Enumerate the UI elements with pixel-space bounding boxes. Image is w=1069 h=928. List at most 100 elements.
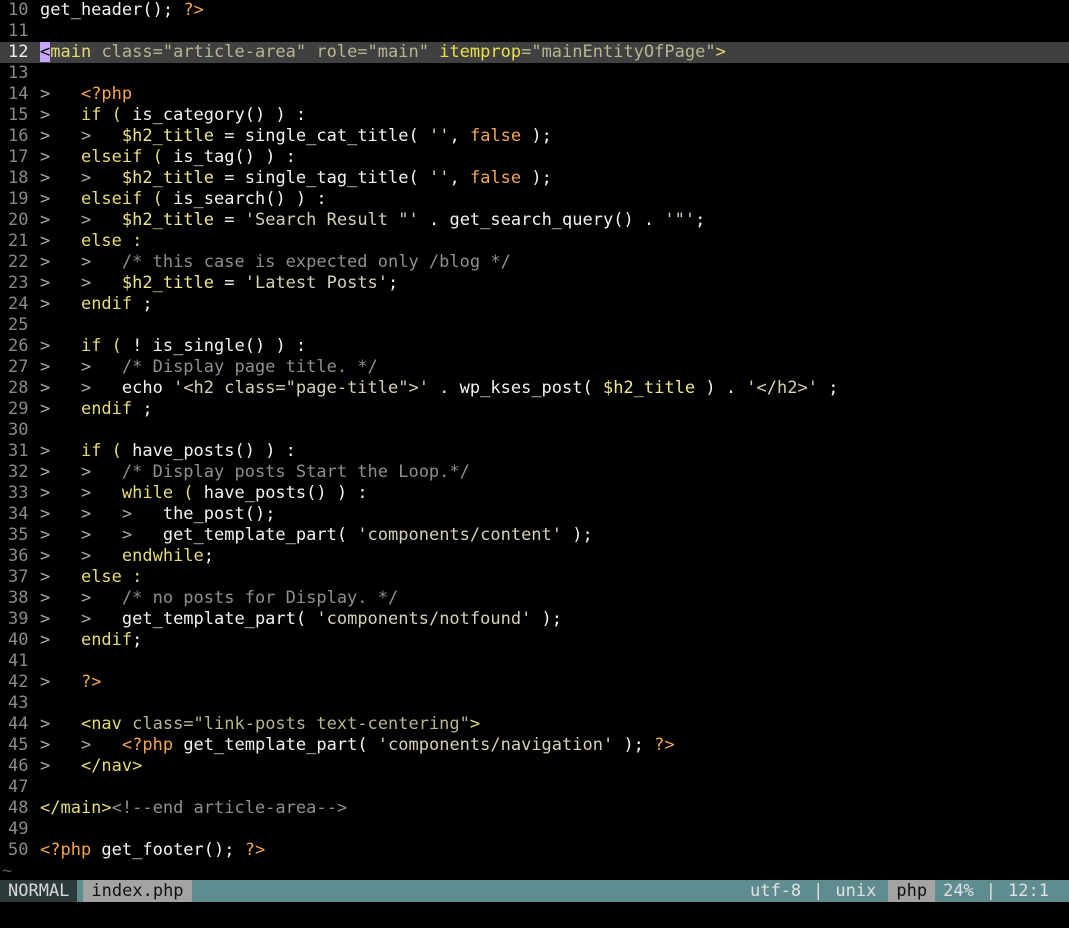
- code-token: ;: [132, 399, 153, 419]
- code-line[interactable]: 12 <main class="article-area" role="main"…: [0, 42, 1069, 63]
- code-line[interactable]: 40 > endif;: [0, 630, 1069, 651]
- code-token: 'components/notfound': [316, 609, 532, 629]
- code-token: /* no posts for Display. */: [121, 588, 399, 608]
- code-token: > >: [40, 126, 122, 146]
- code-line[interactable]: 23 > > $h2_title = 'Latest Posts';: [0, 273, 1069, 294]
- line-number: 36: [8, 546, 29, 566]
- line-code: > > endwhile;: [40, 546, 214, 566]
- code-line[interactable]: 15 > if ( is_category() ) :: [0, 105, 1069, 126]
- code-line[interactable]: 13: [0, 63, 1069, 84]
- line-number: 38: [8, 588, 29, 608]
- code-token: ?>: [80, 672, 102, 692]
- line-code: > > /* no posts for Display. */: [40, 588, 398, 608]
- code-line[interactable]: 35 > > > get_template_part( 'components/c…: [0, 525, 1069, 546]
- code-line[interactable]: 18 > > $h2_title = single_tag_title( '', …: [0, 168, 1069, 189]
- code-line[interactable]: 10 get_header(); ?>: [0, 0, 1069, 21]
- code-line[interactable]: 46 > </nav>: [0, 756, 1069, 777]
- code-token: get_footer: [101, 840, 204, 860]
- line-number: 50: [8, 840, 29, 860]
- command-line[interactable]: [0, 902, 1069, 928]
- code-token: class="article-area" role="main": [101, 42, 440, 62]
- code-line[interactable]: 30: [0, 420, 1069, 441]
- code-line[interactable]: 14 > <?php: [0, 84, 1069, 105]
- code-token: () ) :: [265, 189, 327, 209]
- line-code: > > $h2_title = single_cat_title( '', fa…: [40, 126, 552, 146]
- code-token: get_template_part: [121, 609, 296, 629]
- line-number: 34: [8, 504, 29, 524]
- code-line[interactable]: 24 > endif ;: [0, 294, 1069, 315]
- code-token: );: [562, 525, 593, 545]
- code-line[interactable]: 39 > > get_template_part( 'components/not…: [0, 609, 1069, 630]
- line-code: > > /* Display page title. */: [40, 357, 378, 377]
- code-line[interactable]: 50 <?php get_footer(); ?>: [0, 840, 1069, 861]
- code-line[interactable]: 16 > > $h2_title = single_cat_title( '', …: [0, 126, 1069, 147]
- code-token: elseif (: [80, 147, 174, 167]
- code-token: echo: [121, 378, 174, 398]
- code-line[interactable]: 22 > > /* this case is expected only /blo…: [0, 252, 1069, 273]
- code-token: </main>: [40, 798, 112, 818]
- code-token: ?>: [654, 735, 675, 755]
- code-line[interactable]: 32 > > /* Display posts Start the Loop.*/: [0, 462, 1069, 483]
- code-token: > >: [40, 462, 122, 482]
- code-line[interactable]: 25: [0, 315, 1069, 336]
- code-line[interactable]: 17 > elseif ( is_tag() ) :: [0, 147, 1069, 168]
- line-code: </main><!--end article-area-->: [40, 798, 347, 818]
- code-line[interactable]: 29 > endif ;: [0, 399, 1069, 420]
- code-line[interactable]: 42 > ?>: [0, 672, 1069, 693]
- code-line[interactable]: 44 > <nav class="link-posts text-centerin…: [0, 714, 1069, 735]
- code-token: );: [531, 609, 563, 629]
- editor-buffer[interactable]: 10 get_header(); ?> 11 12 <main class="artic…: [0, 0, 1069, 861]
- code-token: >: [40, 336, 81, 356]
- code-token: 'Search Result "': [244, 210, 419, 230]
- code-line[interactable]: 43: [0, 693, 1069, 714]
- code-line[interactable]: 34 > > > the_post();: [0, 504, 1069, 525]
- line-number: 49: [8, 819, 29, 839]
- line-number: 10: [8, 0, 29, 20]
- code-line[interactable]: 45 > > <?php get_template_part( 'componen…: [0, 735, 1069, 756]
- code-line[interactable]: 19 > elseif ( is_search() ) :: [0, 189, 1069, 210]
- code-token: > >: [40, 168, 122, 188]
- line-number: 21: [8, 231, 29, 251]
- code-token: <?php: [80, 84, 133, 104]
- line-code: > > $h2_title = single_tag_title( '', fa…: [40, 168, 552, 188]
- code-line[interactable]: 11: [0, 21, 1069, 42]
- code-token: /* Display posts Start the Loop.*/: [121, 462, 470, 482]
- code-token: false: [469, 168, 522, 188]
- code-line[interactable]: 37 > else :: [0, 567, 1069, 588]
- status-separator: |: [813, 881, 824, 901]
- code-token: >: [40, 630, 81, 650]
- code-line[interactable]: 49: [0, 819, 1069, 840]
- code-token: wp_kses_post: [459, 378, 583, 398]
- code-line[interactable]: 28 > > echo '<h2 class="page-title">' . w…: [0, 378, 1069, 399]
- code-line[interactable]: 47: [0, 777, 1069, 798]
- code-line[interactable]: 36 > > endwhile;: [0, 546, 1069, 567]
- code-line[interactable]: 48 </main><!--end article-area-->: [0, 798, 1069, 819]
- code-token: >: [715, 42, 726, 62]
- line-number: 37: [8, 567, 29, 587]
- code-token: single_cat_title: [244, 126, 409, 146]
- code-line[interactable]: 33 > > while ( have_posts() ) :: [0, 483, 1069, 504]
- line-code: > > /* this case is expected only /blog …: [40, 252, 511, 272]
- code-token: false: [469, 126, 522, 146]
- code-line[interactable]: 31 > if ( have_posts() ) :: [0, 441, 1069, 462]
- line-number: 26: [8, 336, 29, 356]
- code-line[interactable]: 27 > > /* Display page title. */: [0, 357, 1069, 378]
- line-code: > > $h2_title = 'Search Result "' . get_…: [40, 210, 705, 230]
- code-token: !: [132, 336, 153, 356]
- line-code: > > get_template_part( 'components/notfo…: [40, 609, 562, 629]
- code-token: >: [40, 441, 81, 461]
- code-line[interactable]: 21 > else :: [0, 231, 1069, 252]
- line-number: 39: [8, 609, 29, 629]
- code-token: ;: [132, 294, 153, 314]
- line-number: 42: [8, 672, 29, 692]
- line-number: 48: [8, 798, 29, 818]
- line-number: 40: [8, 630, 29, 650]
- code-line[interactable]: 38 > > /* no posts for Display. */: [0, 588, 1069, 609]
- code-token: >: [40, 567, 81, 587]
- line-number: 15: [8, 105, 29, 125]
- line-number: 31: [8, 441, 29, 461]
- line-code: > if ( is_category() ) :: [40, 105, 306, 125]
- code-line[interactable]: 20 > > $h2_title = 'Search Result "' . ge…: [0, 210, 1069, 231]
- code-line[interactable]: 41: [0, 651, 1069, 672]
- code-line[interactable]: 26 > if ( ! is_single() ) :: [0, 336, 1069, 357]
